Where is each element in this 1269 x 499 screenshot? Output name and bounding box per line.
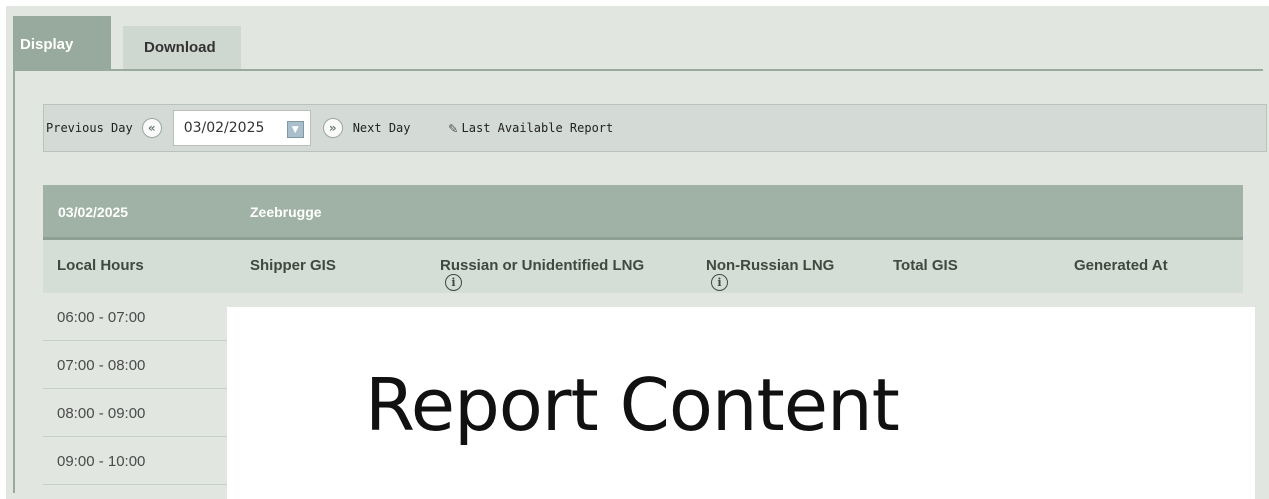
column-label: Non-Russian LNG xyxy=(706,257,835,274)
report-date: 03/02/2025 xyxy=(58,204,129,220)
column-non-russian-lng: Non-Russian LNG i xyxy=(706,257,835,291)
last-available-report-label: Last Available Report xyxy=(461,121,614,135)
row-hours: 06:00 - 07:00 xyxy=(57,309,146,326)
report-content-label: Report Content xyxy=(365,363,900,447)
next-day-link[interactable]: » Next Day xyxy=(322,118,411,138)
date-field[interactable]: 03/02/2025 ▼ xyxy=(172,110,311,146)
tab-display[interactable]: Display xyxy=(13,16,111,71)
last-available-report-link[interactable]: ✎ Last Available Report xyxy=(449,119,614,137)
column-label: Total GIS xyxy=(893,257,958,274)
report-location: Zeebrugge xyxy=(250,204,322,220)
column-local-hours: Local Hours xyxy=(57,257,144,274)
column-label: Russian or Unidentified LNG xyxy=(440,257,645,274)
date-field-value: 03/02/2025 xyxy=(183,120,265,136)
column-shipper-gis: Shipper GIS xyxy=(250,257,336,274)
chevron-double-left-icon[interactable]: « xyxy=(141,118,162,138)
row-hours: 07:00 - 08:00 xyxy=(57,357,146,374)
calendar-dropdown-icon[interactable]: ▼ xyxy=(286,121,304,138)
next-day-label: Next Day xyxy=(352,121,411,135)
previous-day-label: Previous Day xyxy=(46,121,133,135)
info-circle-icon[interactable]: i xyxy=(711,274,728,291)
row-hours: 09:00 - 10:00 xyxy=(57,453,146,470)
column-label: Shipper GIS xyxy=(250,257,336,274)
date-navigation-bar: Previous Day « 03/02/2025 ▼ » Next Day ✎… xyxy=(43,104,1267,152)
column-label: Local Hours xyxy=(57,257,144,274)
column-header-row: Local Hours Shipper GIS Russian or Unide… xyxy=(43,240,1243,293)
tab-strip: Display Download xyxy=(13,16,1263,71)
previous-day-link[interactable]: Previous Day « xyxy=(46,118,162,138)
pencil-report-icon: ✎ xyxy=(448,119,458,137)
report-header-band: 03/02/2025 Zeebrugge xyxy=(43,185,1243,237)
info-circle-icon[interactable]: i xyxy=(445,274,462,291)
column-total-gis: Total GIS xyxy=(893,257,958,274)
chevron-double-right-icon[interactable]: » xyxy=(322,118,343,138)
row-hours: 08:00 - 09:00 xyxy=(57,405,146,422)
report-content-overlay: Report Content xyxy=(227,307,1255,499)
column-generated-at: Generated At xyxy=(1074,257,1168,274)
column-label: Generated At xyxy=(1074,257,1168,274)
tab-download[interactable]: Download xyxy=(123,26,241,71)
column-russian-or-unidentified-lng: Russian or Unidentified LNG i xyxy=(440,257,645,291)
